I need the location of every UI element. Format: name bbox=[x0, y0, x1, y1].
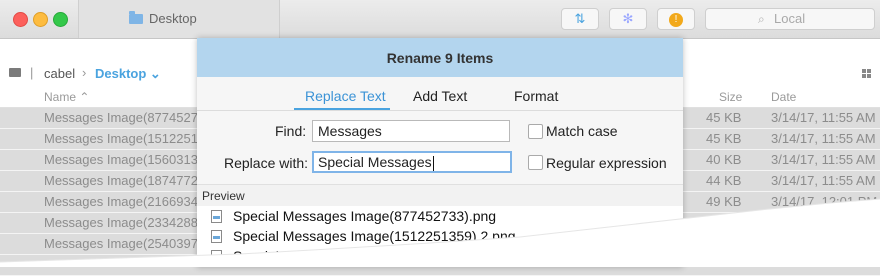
file-size: 49 KB bbox=[706, 194, 742, 209]
dialog-header: Rename 9 Items bbox=[197, 38, 683, 77]
chevron-down-icon: ⌄ bbox=[149, 66, 161, 81]
file-date: 3/14/17, 11:55 AM bbox=[771, 131, 876, 146]
file-size: 40 KB bbox=[706, 152, 742, 167]
image-file-icon bbox=[211, 230, 222, 243]
folder-icon bbox=[129, 11, 143, 24]
tab-divider bbox=[197, 110, 683, 111]
file-name: Messages Image(156031308) bbox=[44, 152, 217, 167]
match-case-label[interactable]: Match case bbox=[546, 123, 618, 139]
spinner-icon: ✻ bbox=[622, 11, 634, 26]
file-size: 44 KB bbox=[706, 173, 742, 188]
tab-format[interactable]: Format bbox=[514, 88, 558, 104]
preview-filename: Special M bbox=[233, 248, 295, 264]
tab-add-text[interactable]: Add Text bbox=[413, 88, 467, 104]
sync-button[interactable]: ⇅ bbox=[561, 8, 599, 30]
path-separator: | bbox=[30, 65, 34, 80]
replace-label: Replace with: bbox=[224, 155, 309, 171]
alert-button[interactable]: ! bbox=[657, 8, 695, 30]
sort-ascending-icon: ⌃ bbox=[79, 90, 90, 104]
sync-arrows-icon: ⇅ bbox=[574, 11, 586, 26]
file-date: 3/14/17, 11:55 AM bbox=[771, 110, 876, 125]
window-tab[interactable]: Desktop bbox=[78, 0, 280, 38]
file-name: Messages Image(187477206) bbox=[44, 173, 217, 188]
replace-input[interactable]: Special Messages bbox=[312, 151, 512, 173]
dialog-title: Rename 9 Items bbox=[386, 50, 494, 66]
rename-dialog: Rename 9 Items Replace Text Add Text For… bbox=[197, 38, 683, 267]
search-icon: ⌕ bbox=[758, 12, 765, 26]
close-window-button[interactable] bbox=[13, 12, 28, 27]
file-date: 3/14/17, 11:55 AM bbox=[771, 152, 876, 167]
regex-label[interactable]: Regular expression bbox=[546, 155, 667, 171]
activity-button[interactable]: ✻ bbox=[609, 8, 647, 30]
preview-row: Special Messages Image(1512251359) 2.png bbox=[197, 226, 683, 246]
column-date[interactable]: Date bbox=[771, 90, 796, 104]
preview-row: Special Messages Image(877452733).png bbox=[197, 206, 683, 226]
preview-list: Special Messages Image(877452733).png Sp… bbox=[197, 206, 683, 267]
alert-icon: ! bbox=[669, 12, 683, 27]
drive-icon[interactable] bbox=[9, 68, 21, 77]
window-titlebar: Desktop ⇅ ✻ ! ⌕ Local bbox=[0, 0, 880, 39]
search-field[interactable]: ⌕ Local bbox=[705, 8, 875, 30]
file-name: Messages Image(216693440) bbox=[44, 194, 217, 209]
preview-header: Preview bbox=[197, 184, 683, 207]
file-date: 3/14/17, 12:01 PM bbox=[771, 194, 878, 209]
file-name: Messages Image(877452733) bbox=[44, 110, 217, 125]
file-date: 3/14/17, 11:55 AM bbox=[771, 173, 876, 188]
find-label: Find: bbox=[275, 123, 307, 139]
match-case-checkbox[interactable] bbox=[528, 124, 543, 139]
search-placeholder: Local bbox=[774, 11, 806, 26]
image-file-icon bbox=[211, 250, 222, 263]
minimize-window-button[interactable] bbox=[33, 12, 48, 27]
regex-checkbox[interactable] bbox=[528, 155, 543, 170]
chevron-right-icon: › bbox=[82, 65, 87, 80]
window-title: Desktop bbox=[149, 11, 197, 26]
find-input[interactable]: Messages bbox=[312, 120, 510, 142]
preview-row: Special M bbox=[197, 246, 683, 266]
preview-filename: Special Messages Image(1512251359) 2.png bbox=[233, 228, 516, 244]
image-file-icon bbox=[211, 210, 222, 223]
file-size: 45 KB bbox=[706, 110, 742, 125]
preview-label: Preview bbox=[202, 189, 245, 203]
file-name: Messages Image(233428840) bbox=[44, 215, 217, 230]
text-caret bbox=[432, 155, 434, 171]
rename-mode-tabs: Replace Text Add Text Format bbox=[197, 88, 683, 108]
column-size[interactable]: Size bbox=[719, 90, 742, 104]
column-name[interactable]: Name ⌃ bbox=[44, 90, 89, 104]
grid-view-icon[interactable] bbox=[862, 69, 871, 78]
preview-filename: Special Messages Image(877452733).png bbox=[233, 208, 497, 224]
file-size: 45 KB bbox=[706, 131, 742, 146]
zoom-window-button[interactable] bbox=[53, 12, 68, 27]
breadcrumb-user[interactable]: cabel bbox=[44, 66, 75, 81]
tab-replace-text[interactable]: Replace Text bbox=[305, 88, 386, 104]
file-name: Messages Image(254039740) bbox=[44, 236, 217, 251]
breadcrumb-current-folder[interactable]: Desktop ⌄ bbox=[95, 66, 161, 82]
